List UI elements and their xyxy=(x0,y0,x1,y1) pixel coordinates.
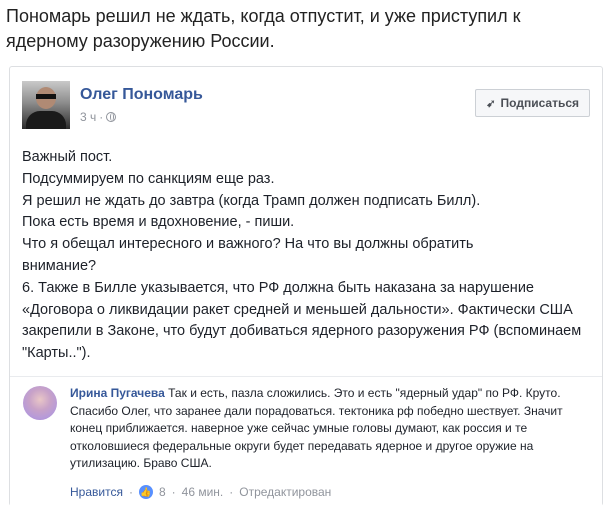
post-body: Важный пост. Подсуммируем по санкциям ещ… xyxy=(22,147,597,365)
post-meta: 3 ч · xyxy=(80,110,117,124)
post-time[interactable]: 3 ч xyxy=(80,110,96,124)
actions-separator: · xyxy=(171,485,176,499)
post-line: внимание? xyxy=(22,257,97,274)
post-line: Я решил не ждать до завтра (когда Трамп … xyxy=(22,192,481,209)
actions-separator: · xyxy=(229,485,234,499)
like-icon: 👍 xyxy=(138,485,153,499)
like-count[interactable]: 8 xyxy=(159,485,166,499)
avatar-body xyxy=(26,111,66,129)
post-line: Важный пост. xyxy=(22,149,113,165)
author-avatar[interactable] xyxy=(22,81,70,129)
comment-text: Ирина Пугачева Так и есть, пазла сложили… xyxy=(70,385,575,473)
facebook-post-card: Олег Пономарь 3 ч · ➹ Подписаться Важный… xyxy=(9,66,603,506)
commenter-avatar[interactable] xyxy=(23,386,57,420)
post-line: Пока есть время и вдохновение, - пиши. xyxy=(22,214,295,231)
globe-icon xyxy=(106,112,117,122)
comment: Ирина Пугачева Так и есть, пазла сложили… xyxy=(10,376,602,506)
avatar-glasses xyxy=(36,94,56,99)
post-line: Подсуммируем по санкциям еще раз. xyxy=(22,170,275,187)
author-name-link[interactable]: Олег Пономарь xyxy=(80,86,203,104)
edited-label[interactable]: Отредактирован xyxy=(239,485,331,499)
comment-time[interactable]: 46 мин. xyxy=(182,485,224,499)
post-point-6: 6. Также в Билле указывается, что РФ дол… xyxy=(22,279,582,362)
like-link[interactable]: Нравится xyxy=(70,485,123,499)
comment-actions: Нравится · 👍 8 · 46 мин. · Отредактирова… xyxy=(70,485,331,499)
commenter-name-link[interactable]: Ирина Пугачева xyxy=(70,386,165,400)
actions-separator: · xyxy=(128,485,133,499)
post-line: Что я обещал интересного и важного? На ч… xyxy=(22,236,474,253)
article-headline: Пономарь решил не ждать, когда отпустит,… xyxy=(6,6,521,51)
subscribe-button[interactable]: ➹ Подписаться xyxy=(475,89,590,117)
subscribe-label: Подписаться xyxy=(500,96,579,110)
meta-separator: · xyxy=(99,110,104,124)
post-header: Олег Пономарь 3 ч · ➹ Подписаться xyxy=(22,79,590,131)
rss-icon: ➹ xyxy=(486,97,496,110)
